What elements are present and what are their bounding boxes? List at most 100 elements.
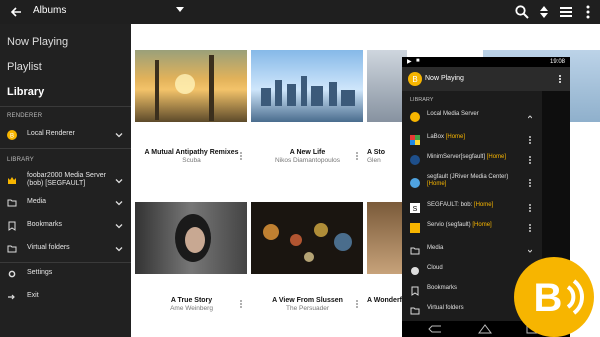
- server-label: Servio (segfault) [Home]: [427, 222, 492, 228]
- phone-title: Now Playing: [425, 75, 464, 82]
- bubbleupnp-logo: B: [514, 257, 594, 337]
- album-title: A Sto: [367, 149, 386, 156]
- exit-icon: [8, 294, 15, 300]
- chevron-up-icon: [528, 115, 532, 119]
- album-overflow-icon[interactable]: [239, 299, 243, 309]
- server-item[interactable]: MinimServer[segfault] [Home]: [402, 151, 542, 169]
- album-cover[interactable]: [135, 50, 247, 122]
- minimserver-icon: [410, 155, 420, 165]
- cloud-icon: [411, 267, 419, 275]
- album-cover[interactable]: [135, 202, 247, 274]
- search-icon[interactable]: [514, 4, 530, 20]
- status-bar: ▶ ■ 19:08: [402, 57, 570, 67]
- chevron-down-icon: [115, 179, 123, 184]
- album-title: A Mutual Antipathy Remixes: [144, 149, 239, 156]
- cloud-label: Cloud: [427, 265, 443, 271]
- app-bar: Albums: [0, 0, 600, 24]
- album-caption[interactable]: A Mutual Antipathy Remixes Scuba: [135, 149, 248, 165]
- album-caption[interactable]: A Wonderfu: [367, 297, 407, 305]
- album-overflow-icon[interactable]: [239, 151, 243, 161]
- list-view-icon[interactable]: [558, 4, 574, 20]
- status-time: 19:08: [550, 58, 566, 65]
- settings-item[interactable]: Settings: [0, 266, 131, 282]
- city-skyline-image: [261, 76, 355, 106]
- album-overflow-icon[interactable]: [355, 299, 359, 309]
- library-section-label: LIBRARY: [7, 157, 34, 163]
- server-item[interactable]: Servio (segfault) [Home]: [402, 219, 542, 237]
- server-label: LaBox [Home]: [427, 134, 466, 140]
- back-arrow-icon[interactable]: [8, 4, 24, 20]
- forest-sunset-image: [155, 55, 214, 121]
- server-overflow-icon[interactable]: [528, 178, 532, 188]
- album-caption[interactable]: A View From Slussen The Persuader: [251, 297, 364, 313]
- svg-text:B: B: [534, 276, 563, 320]
- page-title: Albums: [33, 5, 67, 16]
- virtual-folders-label: Virtual folders: [427, 305, 464, 311]
- album-overflow-icon[interactable]: [355, 151, 359, 161]
- renderer-section-label: RENDERER: [7, 113, 43, 119]
- bookmark-icon: [8, 221, 16, 231]
- server-item[interactable]: LaBox [Home]: [402, 131, 542, 149]
- media-label: Media: [427, 245, 444, 251]
- title-dropdown-caret-icon[interactable]: [176, 7, 184, 12]
- album-caption[interactable]: A New Life Nikos Diamantopoulos: [251, 149, 364, 165]
- nav-playlist[interactable]: Playlist: [7, 61, 42, 73]
- chevron-down-icon: [528, 249, 532, 253]
- exit-item[interactable]: Exit: [0, 289, 131, 305]
- server-label: segfault (JRiver Media Center) [Home]: [427, 174, 509, 187]
- overflow-menu-icon[interactable]: [580, 4, 596, 20]
- foobar2000-server-icon: [8, 177, 16, 184]
- exit-label: Exit: [27, 292, 39, 299]
- server-item[interactable]: segfault (JRiver Media Center) [Home]: [402, 171, 542, 195]
- album-artist: Scuba: [182, 157, 201, 164]
- local-media-server-item[interactable]: Local Media Server: [402, 108, 542, 126]
- album-title: A Wonderfu: [367, 297, 407, 304]
- back-nav-icon[interactable]: [428, 325, 442, 333]
- library-section-label: LIBRARY: [410, 97, 434, 103]
- library-item-foobar2000[interactable]: foobar2000 Media Server (bob) [SEGFAULT]: [0, 170, 131, 192]
- sort-icon[interactable]: [536, 4, 552, 20]
- server-label: SEGFAULT: bob: [Home]: [427, 202, 494, 208]
- album-artist: Glen: [367, 157, 381, 164]
- album-cover[interactable]: [251, 202, 363, 274]
- chevron-down-icon: [115, 224, 123, 229]
- server-label: Local Media Server: [427, 111, 479, 117]
- nav-library[interactable]: Library: [7, 86, 44, 98]
- folder-icon: [7, 199, 17, 207]
- album-caption[interactable]: A Sto Glen: [367, 149, 407, 165]
- gear-icon: [8, 270, 16, 278]
- library-item-virtual-folders[interactable]: Virtual folders: [0, 241, 131, 257]
- server-overflow-icon[interactable]: [528, 155, 532, 165]
- jriver-server-icon: [410, 178, 420, 188]
- library-item-label: Virtual folders: [27, 244, 70, 251]
- server-overflow-icon[interactable]: [528, 223, 532, 233]
- bubbleupnp-logo-icon: B: [408, 72, 422, 86]
- renderer-label: Local Renderer: [27, 130, 75, 137]
- album-artist: Nikos Diamantopoulos: [274, 157, 341, 164]
- servio-server-icon: [410, 223, 420, 233]
- renderer-select[interactable]: B Local Renderer: [0, 127, 131, 143]
- woman-portrait-image: [175, 214, 211, 262]
- bubbleupnp-server-icon: [410, 112, 420, 122]
- divider: [0, 106, 131, 107]
- chevron-down-icon: [115, 247, 123, 252]
- album-cover[interactable]: [367, 50, 407, 122]
- server-overflow-icon[interactable]: [528, 203, 532, 213]
- labox-server-icon: [410, 135, 420, 145]
- album-cover[interactable]: [251, 50, 363, 122]
- album-cover[interactable]: [367, 202, 407, 274]
- svg-text:B: B: [10, 133, 14, 139]
- server-item[interactable]: S SEGFAULT: bob: [Home]: [402, 199, 542, 217]
- library-item-media[interactable]: Media: [0, 195, 131, 211]
- nav-now-playing[interactable]: Now Playing: [7, 36, 68, 48]
- bubbleupnp-renderer-icon: B: [7, 130, 17, 140]
- library-item-bookmarks[interactable]: Bookmarks: [0, 218, 131, 234]
- overflow-menu-icon[interactable]: [558, 74, 562, 84]
- album-caption[interactable]: A True Story Ame Weinberg: [135, 297, 248, 313]
- home-nav-icon[interactable]: [478, 324, 492, 334]
- album-title: A New Life: [289, 149, 326, 156]
- server-overflow-icon[interactable]: [528, 135, 532, 145]
- library-item-label: foobar2000 Media Server (bob) [SEGFAULT]: [27, 172, 106, 187]
- navigation-drawer: Now Playing Playlist Library RENDERER B …: [0, 24, 131, 337]
- chevron-down-icon: [115, 133, 123, 138]
